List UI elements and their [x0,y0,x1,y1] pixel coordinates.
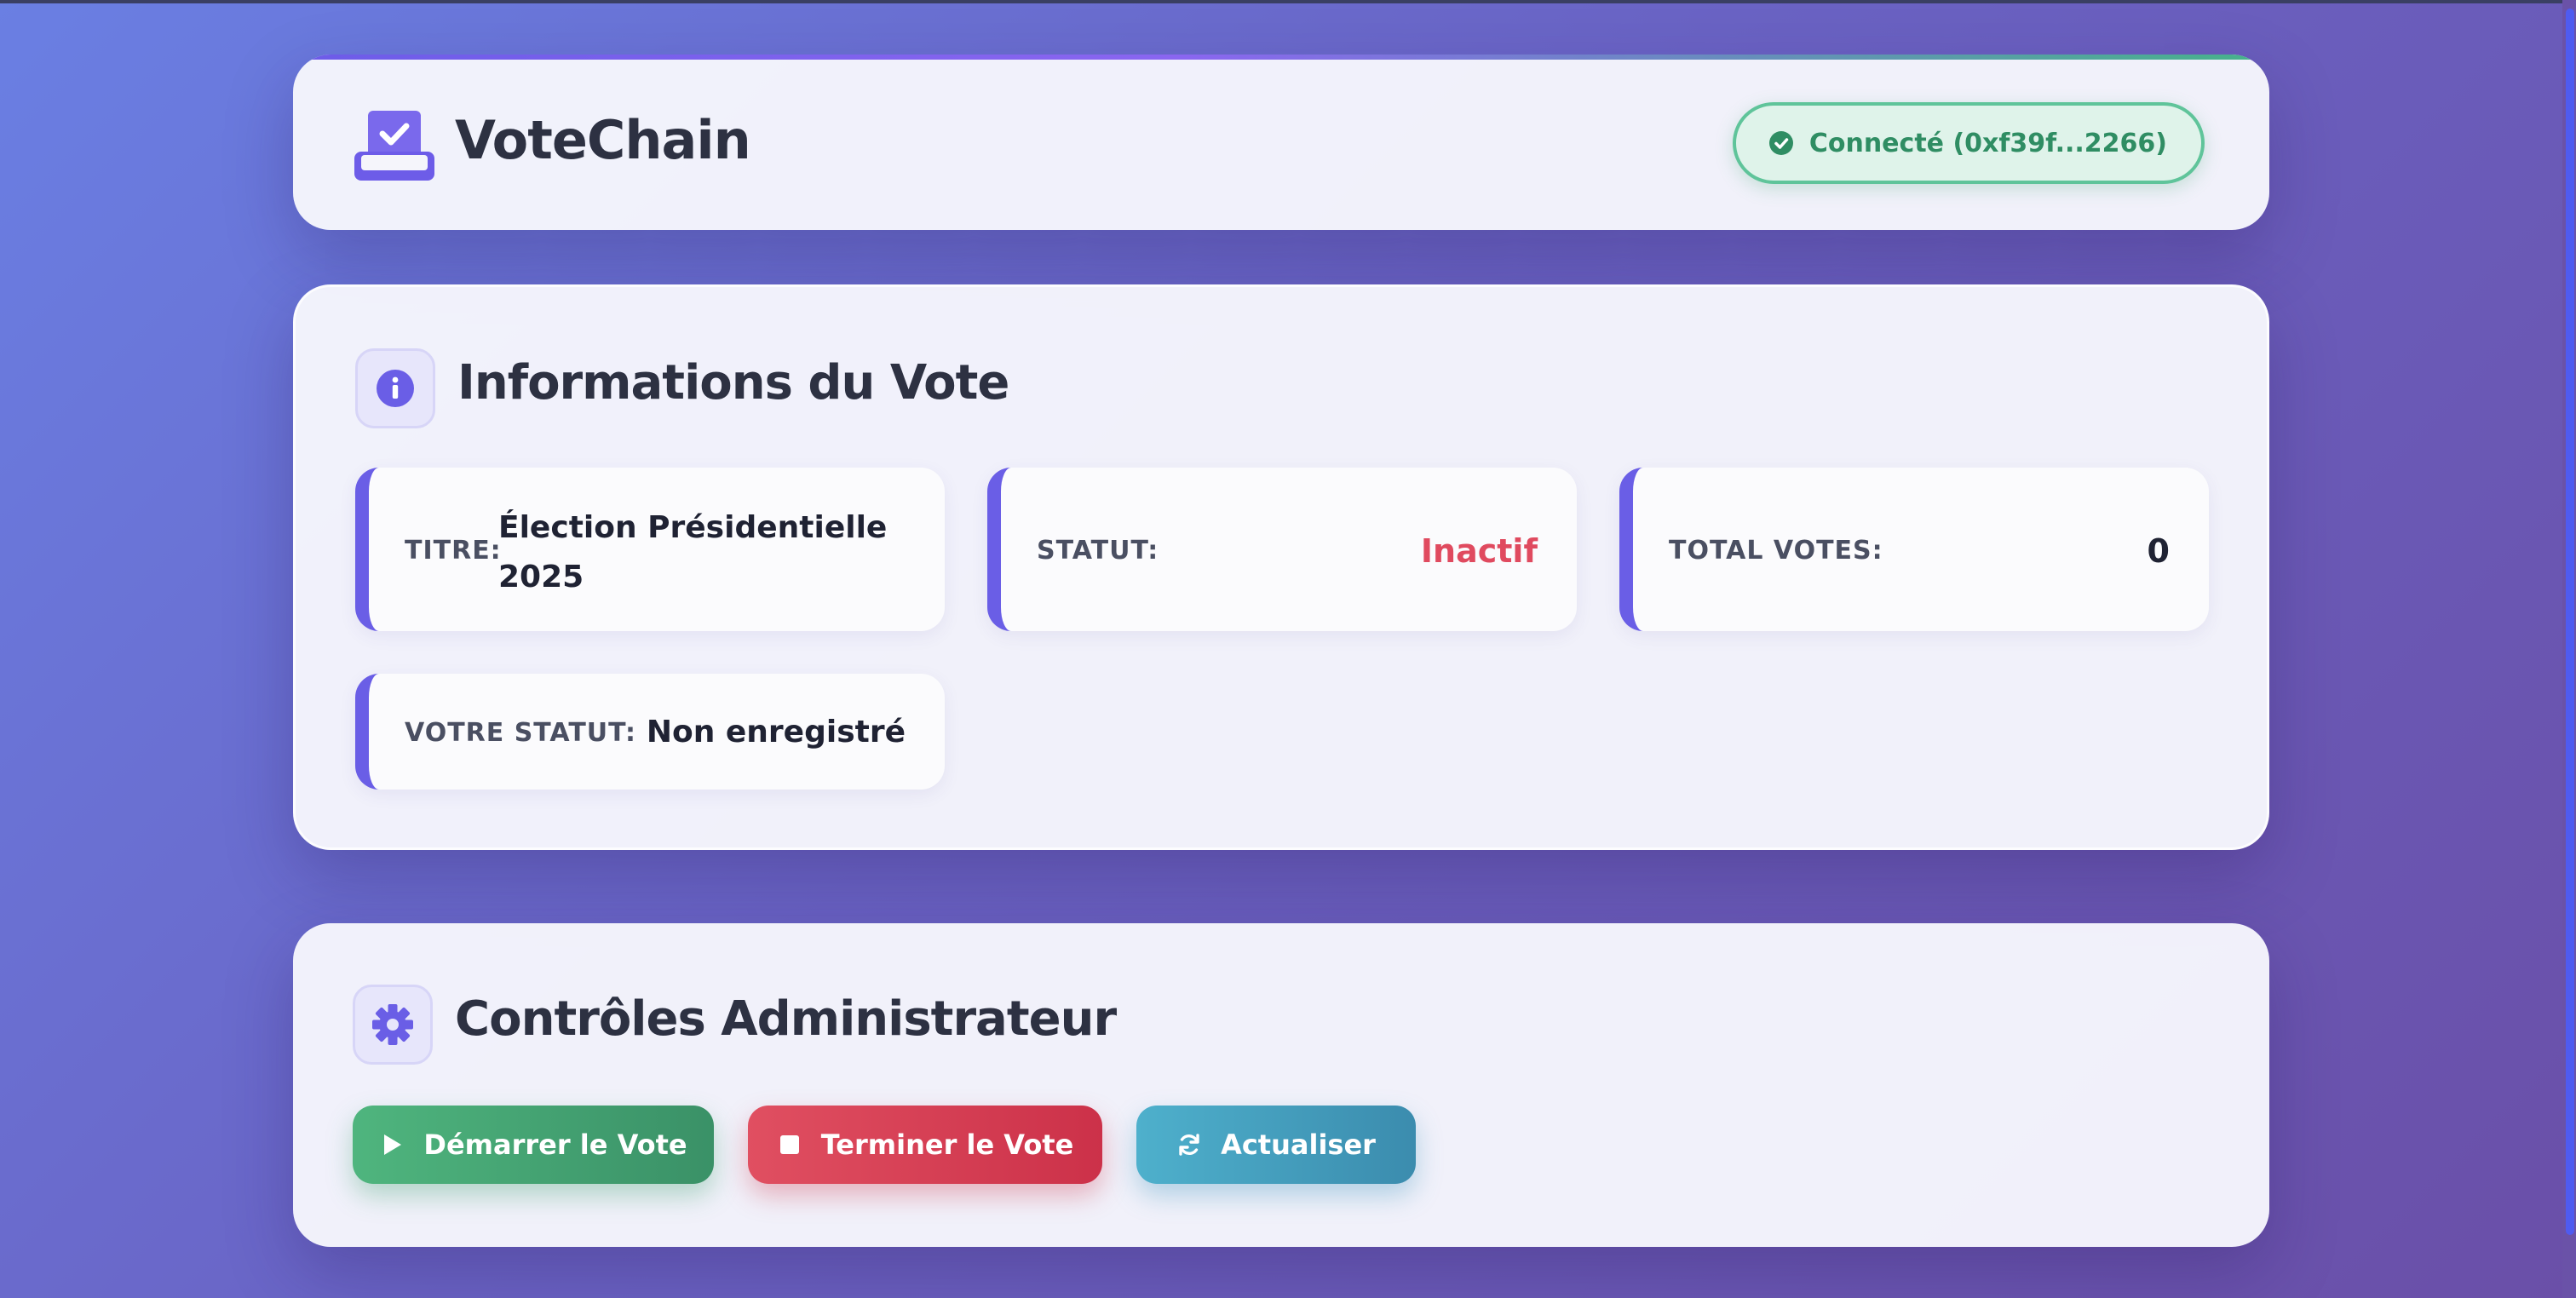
admin-icon-badge [353,985,433,1065]
start-vote-button[interactable]: Démarrer le Vote [353,1106,714,1184]
vote-box-icon [354,111,434,181]
connection-status-badge[interactable]: Connecté (0xf39f...2266) [1732,102,2205,184]
window-top-border [0,0,2576,3]
info-box-title: TITRE: Élection Présidentielle 2025 [355,468,945,631]
title-value: Élection Présidentielle 2025 [498,510,888,594]
connection-status-text: Connecté (0xf39f...2266) [1808,128,2167,158]
end-vote-button[interactable]: Terminer le Vote [748,1106,1102,1184]
total-votes-value: 0 [2147,532,2170,570]
app-header: VoteChain Connecté (0xf39f...2266) [293,55,2269,230]
admin-controls-section: Contrôles Administrateur Démarrer le Vot… [293,923,2269,1247]
refresh-label: Actualiser [1221,1129,1376,1161]
app-title: VoteChain [455,109,751,171]
vote-info-section: Informations du Vote TITRE: Élection Pré… [293,284,2269,850]
check-circle-icon [1768,131,1793,155]
info-box-status: STATUT: Inactif [987,468,1577,631]
info-circle-icon [377,370,414,407]
info-box-your-status: VOTRE STATUT: Non enregistré [355,674,945,790]
stop-icon [779,1135,799,1154]
info-icon-badge [355,348,435,428]
start-vote-label: Démarrer le Vote [423,1129,687,1161]
status-label: STATUT: [1037,536,1159,566]
your-status-label: VOTRE STATUT: [405,718,636,748]
status-value: Inactif [1420,532,1538,570]
your-status-value: Non enregistré [646,715,906,750]
section-title-info: Informations du Vote [457,355,1009,411]
refresh-button[interactable]: Actualiser [1136,1106,1416,1184]
refresh-icon [1179,1134,1199,1156]
info-box-total-votes: TOTAL VOTES: 0 [1619,468,2209,631]
title-label: TITRE: [405,536,502,566]
section-title-admin: Contrôles Administrateur [455,991,1117,1047]
end-vote-label: Terminer le Vote [820,1129,1074,1161]
gear-icon [372,1004,413,1045]
play-icon [384,1134,402,1155]
total-votes-label: TOTAL VOTES: [1669,536,1883,566]
scrollbar-thumb[interactable] [2566,9,2574,1235]
